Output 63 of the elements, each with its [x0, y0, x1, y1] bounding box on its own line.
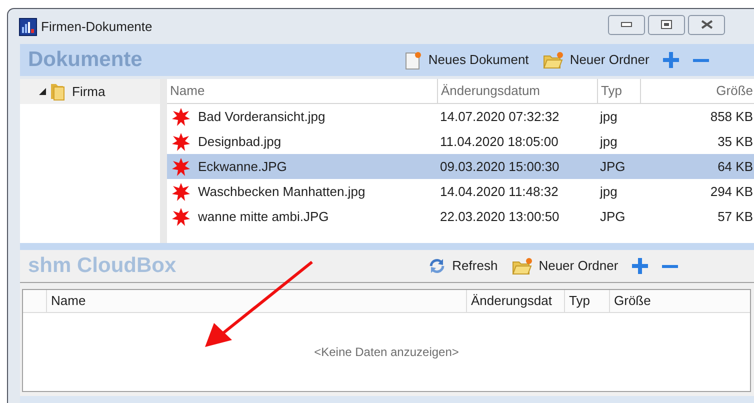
- section-title: Dokumente: [27, 47, 142, 74]
- maximize-icon: [661, 20, 672, 29]
- table-cell-text: Eckwanne.JPG: [198, 158, 287, 176]
- close-button[interactable]: [688, 14, 726, 34]
- minus-button[interactable]: [662, 264, 678, 268]
- column-header[interactable]: Änderungsdat: [466, 290, 564, 312]
- table-cell-text: Waschbecken Manhatten.jpg: [198, 182, 366, 201]
- column-header[interactable]: Änderungsdatum: [437, 79, 597, 103]
- column-header[interactable]: Größe: [609, 290, 750, 312]
- minus-icon: [693, 58, 710, 62]
- plus-button[interactable]: [632, 258, 648, 274]
- window-title: Firmen-Dokumente: [41, 18, 152, 36]
- image-file-icon: [172, 208, 190, 226]
- column-header[interactable]: Name: [46, 290, 466, 312]
- table-cell-text: jpg: [600, 132, 618, 151]
- column-header[interactable]: Name: [167, 79, 437, 103]
- table-cell-text: jpg: [600, 182, 618, 201]
- column-header[interactable]: Typ: [597, 79, 640, 103]
- image-file-icon: [172, 158, 190, 176]
- table-cell-text: 14.04.2020 11:48:32: [440, 182, 558, 201]
- table-cell-text: JPG: [600, 158, 626, 176]
- new-document-button[interactable]: Neues Dokument: [404, 50, 529, 70]
- table-cell-text: jpg: [600, 108, 618, 126]
- minimize-icon: [621, 22, 632, 27]
- table-cell-text: 294 KB: [710, 182, 753, 201]
- plus-button[interactable]: [663, 52, 680, 68]
- tree-item[interactable]: Firma: [72, 82, 106, 102]
- table-cell-text: 57 KB: [718, 208, 753, 226]
- document-icon: [404, 50, 422, 70]
- table-cell-text: 35 KB: [718, 132, 753, 151]
- app-icon: [19, 18, 37, 36]
- image-file-icon: [172, 108, 190, 126]
- maximize-button[interactable]: [648, 14, 686, 34]
- refresh-icon: [428, 257, 446, 275]
- table-cell-text: wanne mitte ambi.JPG: [198, 208, 329, 226]
- new-folder-button[interactable]: Neuer Ordner: [542, 50, 650, 70]
- folder-icon: [542, 51, 564, 69]
- column-header[interactable]: Typ: [564, 290, 609, 312]
- plus-icon: [632, 258, 648, 274]
- table-cell-text: 11.04.2020 18:05:00: [440, 132, 558, 151]
- minus-icon: [662, 264, 678, 268]
- new-folder-button[interactable]: Neuer Ordner: [512, 256, 618, 276]
- table-cell-text: 14.07.2020 07:32:32: [440, 108, 560, 126]
- minus-button[interactable]: [693, 58, 710, 62]
- table-cell-text: 22.03.2020 13:00:50: [440, 208, 560, 226]
- table-cell-text: 09.03.2020 15:00:30: [440, 158, 560, 176]
- plus-icon: [663, 52, 680, 68]
- refresh-button[interactable]: Refresh: [428, 256, 498, 276]
- column-header[interactable]: Größe: [640, 79, 754, 103]
- close-icon: [700, 20, 713, 29]
- empty-message: <Keine Daten anzuzeigen>: [314, 344, 459, 361]
- image-file-icon: [172, 182, 190, 200]
- table-cell-text: 64 KB: [718, 158, 753, 176]
- minimize-button[interactable]: [608, 14, 646, 34]
- table-cell-text: Designbad.jpg: [198, 132, 282, 151]
- table-cell-text: Bad Vorderansicht.jpg: [198, 108, 326, 126]
- file-row[interactable]: Eckwanne.JPG 09.03.2020 15:00:30 JPG 64 KB: [167, 154, 754, 179]
- image-file-icon: [172, 132, 190, 150]
- section-title: shm CloudBox: [27, 253, 176, 280]
- folder-icon: [50, 82, 65, 101]
- folder-icon: [512, 257, 533, 275]
- table-cell-text: JPG: [600, 208, 626, 226]
- table-cell-text: 858 KB: [710, 108, 753, 126]
